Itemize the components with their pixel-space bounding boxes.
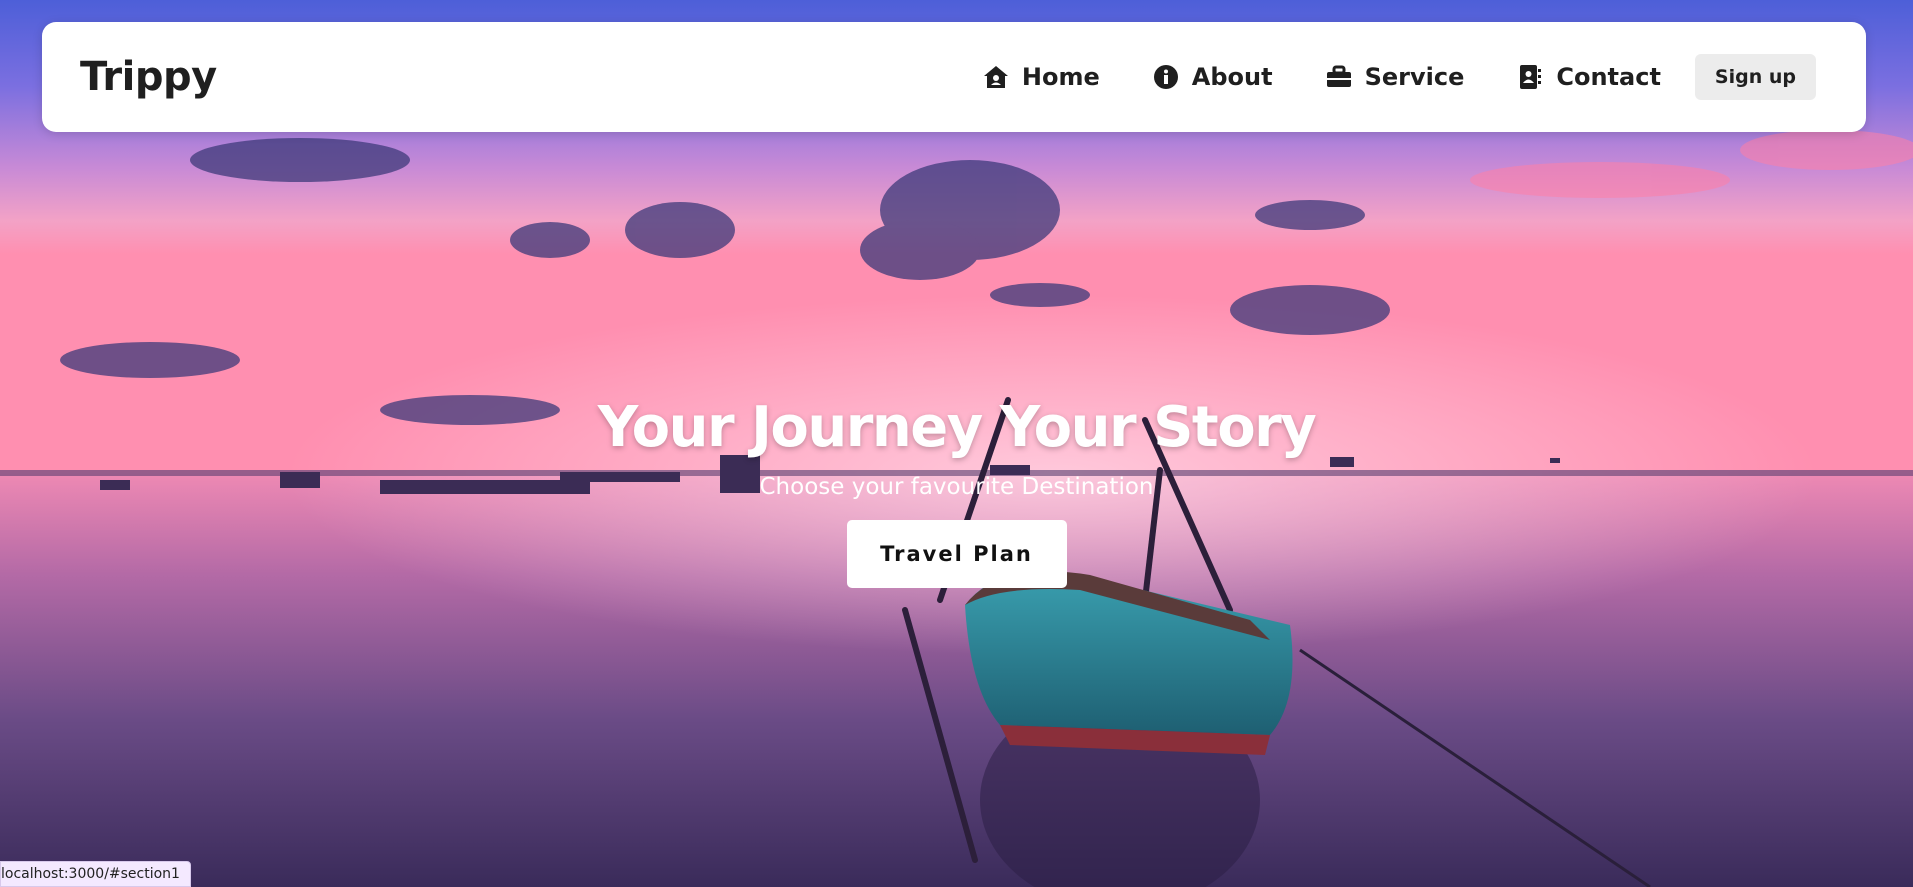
nav-links: Home About Service Contact Sign up xyxy=(930,54,1816,100)
hero-section: Trippy Home About Service Contact Sign u… xyxy=(0,0,1913,887)
browser-status-url: localhost:3000/#section1 xyxy=(0,861,191,887)
nav-item-home[interactable]: Home xyxy=(982,63,1100,91)
contact-book-icon xyxy=(1516,63,1544,91)
nav-item-service[interactable]: Service xyxy=(1325,63,1465,91)
travel-plan-button[interactable]: Travel Plan xyxy=(846,520,1067,588)
nav-item-contact-label: Contact xyxy=(1556,63,1661,91)
hero-title: Your Journey Your Story xyxy=(597,395,1317,460)
nav-item-home-label: Home xyxy=(1021,63,1100,91)
nav-item-contact[interactable]: Contact xyxy=(1516,63,1661,91)
briefcase-icon xyxy=(1325,63,1353,91)
hero-content: Your Journey Your Story Choose your favo… xyxy=(0,395,1913,588)
nav-item-about-label: About xyxy=(1191,63,1273,91)
nav-item-service-label: Service xyxy=(1364,63,1465,91)
top-navbar: Trippy Home About Service Contact Sign u… xyxy=(42,22,1866,132)
nav-item-about[interactable]: About xyxy=(1152,63,1273,91)
info-icon xyxy=(1152,63,1180,91)
brand-logo[interactable]: Trippy xyxy=(80,54,217,100)
home-icon xyxy=(982,63,1010,91)
hero-subtitle: Choose your favourite Destination xyxy=(759,474,1154,500)
signup-button[interactable]: Sign up xyxy=(1694,54,1816,100)
